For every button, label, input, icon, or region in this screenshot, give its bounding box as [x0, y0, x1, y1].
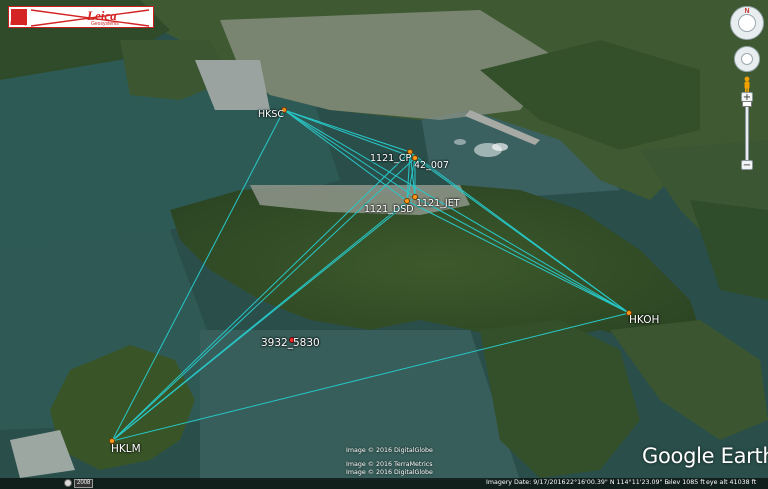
station-label-42-007[interactable]: 42_007: [414, 161, 449, 171]
cursor-coordinates: 22°16'00.39" N 114°11'23.09" E: [566, 479, 669, 486]
satellite-imagery: [0, 0, 768, 489]
station-label-hksc[interactable]: HKSC: [258, 110, 284, 120]
status-bar: Imagery Date: 9/17/2016 22°16'00.39" N 1…: [0, 478, 768, 489]
look-around-control[interactable]: N: [730, 6, 764, 40]
logo-cross-mark: [30, 9, 150, 27]
pegman-icon[interactable]: [742, 76, 752, 92]
hand-icon[interactable]: [741, 53, 753, 65]
zoom-slider-thumb[interactable]: [742, 101, 752, 107]
station-label-hklm[interactable]: HKLM: [111, 444, 141, 455]
historical-year[interactable]: 2008: [74, 479, 94, 488]
map-viewport[interactable]: HKSC 1121_CP 42_007 1121_DSD 1121_JET HK…: [0, 0, 768, 489]
logo-brand-sub: Geosystems: [91, 21, 119, 27]
zoom-out-button[interactable]: −: [741, 160, 753, 171]
station-label-3932-5830[interactable]: 3932_5830: [261, 338, 320, 349]
eye-altitude: eye alt 41038 ft: [706, 479, 757, 486]
eye-icon[interactable]: [738, 14, 756, 32]
move-control[interactable]: [734, 46, 760, 72]
credit-line-1: Image © 2016 DigitalGlobe: [346, 447, 433, 454]
station-label-1121-cp[interactable]: 1121_CP: [370, 154, 411, 164]
credit-line-2: Image © 2016 TerraMetrics: [346, 461, 433, 468]
leica-infinity-logo: infinity Leica Geosystems: [8, 6, 154, 28]
credit-line-3: Image © 2016 DigitalGlobe: [346, 469, 433, 476]
imagery-date: Imagery Date: 9/17/2016: [486, 479, 566, 486]
google-earth-watermark: Google Earth: [642, 444, 768, 468]
station-label-1121-dsd[interactable]: 1121_DSD: [364, 205, 414, 215]
station-label-hkoh[interactable]: HKOH: [629, 315, 659, 326]
historical-imagery-icon[interactable]: [64, 479, 72, 487]
station-label-1121-jet[interactable]: 1121_JET: [416, 199, 460, 209]
elevation-readout: elev 1085 ft: [667, 479, 705, 486]
